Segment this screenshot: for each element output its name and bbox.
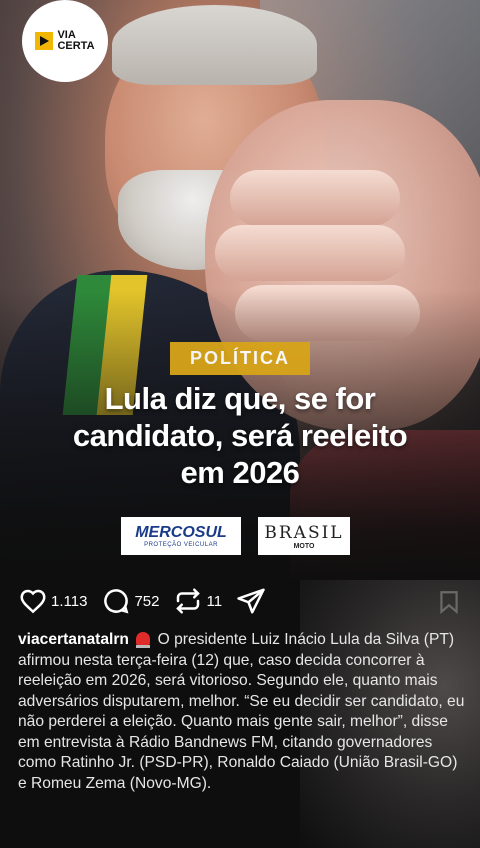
play-logo-icon [35,32,54,50]
action-bar: 1.113 752 11 [18,586,280,616]
photo-knuckle [215,225,405,281]
repost-icon [176,588,201,614]
repost-button[interactable]: 11 [173,586,222,616]
like-button[interactable]: 1.113 [18,586,87,616]
category-badge: POLÍTICA [170,342,310,375]
headline: Lula diz que, se for candidato, será ree… [10,380,470,491]
headline-line: em 2026 [180,455,300,490]
photo-knuckle [230,170,400,226]
sponsor-tagline: MOTO [293,542,315,550]
caption-text: O presidente Luiz Inácio Lula da Silva (… [18,631,465,792]
post-image[interactable] [0,0,480,580]
comment-button[interactable]: 752 [101,586,159,616]
sponsor-name: BRASIL [264,522,344,543]
share-button[interactable] [236,586,266,616]
like-count: 1.113 [51,592,88,610]
comment-count: 752 [134,592,160,610]
siren-emoji-icon [136,632,151,648]
repost-count: 11 [206,592,223,610]
sponsor-mercosul-logo: MERCOSUL PROTEÇÃO VEICULAR [121,517,241,555]
headline-line: Lula diz que, se for [104,381,376,416]
heart-icon [20,589,46,614]
brand-logo[interactable]: VIA CERTA [22,0,108,82]
headline-line: candidato, será reeleito [72,418,408,453]
sponsor-name: MERCOSUL [135,524,227,541]
caption-username[interactable]: viacertanatalrn [18,631,129,648]
sponsor-brasil-logo: BRASIL MOTO [258,517,350,555]
send-icon [237,588,265,614]
sponsor-tagline: PROTEÇÃO VEICULAR [144,542,218,548]
bookmark-icon[interactable] [436,588,462,616]
post-caption: viacertanatalrn O presidente Luiz Inácio… [18,630,466,794]
comment-bubble-icon [104,589,129,614]
photo-hair [112,5,317,85]
logo-line2: CERTA [57,40,95,52]
